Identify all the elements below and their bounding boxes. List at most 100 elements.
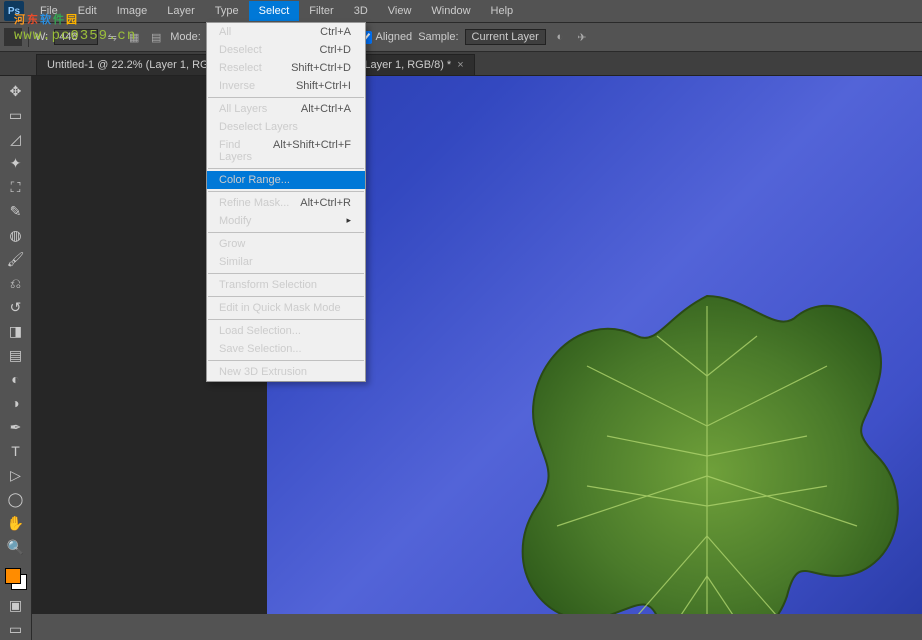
menuitem-label: Refine Mask... <box>219 197 289 209</box>
clone-stamp-tool[interactable]: ⎌ <box>4 272 28 294</box>
menu-separator <box>208 296 364 297</box>
tool-preset-icon[interactable] <box>4 28 22 46</box>
menu-help[interactable]: Help <box>481 1 524 21</box>
canvas-image-leaf <box>497 276 917 614</box>
brush-tool[interactable]: 🖌 <box>4 248 28 270</box>
foreground-color[interactable] <box>5 568 21 584</box>
menu-view[interactable]: View <box>378 1 422 21</box>
ellipse-tool[interactable]: ◯ <box>4 488 28 510</box>
gradient-tool[interactable]: ▤ <box>4 344 28 366</box>
menuitem-all[interactable]: All Ctrl+A <box>207 23 365 41</box>
screen-mode-icon[interactable]: ▭ <box>4 618 28 640</box>
menuitem-deselect[interactable]: Deselect Ctrl+D <box>207 41 365 59</box>
airbrush-icon[interactable]: ✈ <box>574 29 590 45</box>
link-icon[interactable]: ⇋ <box>104 29 120 45</box>
aligned-checkbox[interactable]: Aligned <box>359 31 412 44</box>
menuitem-label: Inverse <box>219 80 255 92</box>
menu-3d[interactable]: 3D <box>344 1 378 21</box>
submenu-arrow-icon: ▸ <box>346 215 351 227</box>
close-icon[interactable]: × <box>457 59 463 71</box>
pressure-icon[interactable]: ◐ <box>552 29 568 45</box>
width-label: W: <box>35 31 48 43</box>
dodge-tool[interactable]: ◑ <box>4 392 28 414</box>
doc-tab-label: Untitled-1 @ 22.2% (Layer 1, RGB/8) <box>47 59 229 71</box>
menu-filter[interactable]: Filter <box>299 1 343 21</box>
color-swatches[interactable] <box>3 566 29 592</box>
menuitem-shortcut: Alt+Shift+Ctrl+F <box>273 139 351 163</box>
mode-label: Mode: <box>170 31 201 43</box>
menuitem-label: Color Range... <box>219 174 290 186</box>
marquee-tool[interactable]: ▭ <box>4 104 28 126</box>
menu-window[interactable]: Window <box>421 1 480 21</box>
document-tabs: Untitled-1 @ 22.2% (Layer 1, RGB/8) × Un… <box>0 52 922 76</box>
workspace <box>32 76 922 614</box>
menuitem-modify[interactable]: Modify ▸ <box>207 212 365 230</box>
healing-brush-tool[interactable]: ◍ <box>4 224 28 246</box>
menuitem-label: All Layers <box>219 103 267 115</box>
menu-image[interactable]: Image <box>107 1 158 21</box>
menu-file[interactable]: File <box>30 1 68 21</box>
type-tool[interactable]: T <box>4 440 28 462</box>
grid-icon[interactable]: ▦ <box>126 29 142 45</box>
menuitem-label: Similar <box>219 256 253 268</box>
menuitem-transform-selection[interactable]: Transform Selection <box>207 276 365 294</box>
lasso-tool[interactable]: ◿ <box>4 128 28 150</box>
menu-separator <box>208 168 364 169</box>
select-menu-dropdown: AllCtrl+ADeselectCtrl+DReselectShift+Ctr… <box>206 22 366 382</box>
app-logo[interactable]: Ps <box>4 1 24 21</box>
pen-tool[interactable]: ✒ <box>4 416 28 438</box>
menuitem-new-3d-extrusion[interactable]: New 3D Extrusion <box>207 363 365 381</box>
menuitem-reselect[interactable]: ReselectShift+Ctrl+D <box>207 59 365 77</box>
menu-separator <box>208 319 364 320</box>
menuitem-deselect-layers[interactable]: Deselect Layers <box>207 118 365 136</box>
menu-separator <box>208 273 364 274</box>
magic-wand-tool[interactable]: ✦ <box>4 152 28 174</box>
options-bar: W: 448 ⇋ ▦ ▤ Mode: Norm ows: 100% ✂ Alig… <box>0 22 922 52</box>
menuitem-label: Edit in Quick Mask Mode <box>219 302 341 314</box>
menu-edit[interactable]: Edit <box>68 1 107 21</box>
menuitem-inverse[interactable]: Inverse Shift+Ctrl+I <box>207 77 365 95</box>
menuitem-color-range[interactable]: Color Range... <box>207 171 365 189</box>
menu-layer[interactable]: Layer <box>157 1 205 21</box>
width-input[interactable]: 448 <box>54 29 98 45</box>
history-brush-tool[interactable]: ↺ <box>4 296 28 318</box>
menuitem-label: All <box>219 26 231 38</box>
menuitem-label: Deselect Layers <box>219 121 298 133</box>
menuitem-save-selection[interactable]: Save Selection... <box>207 340 365 358</box>
menuitem-label: Grow <box>219 238 245 250</box>
menubar: Ps File Edit Image Layer Type Select Fil… <box>0 0 922 22</box>
menuitem-grow[interactable]: Grow <box>207 235 365 253</box>
menuitem-label: New 3D Extrusion <box>219 366 307 378</box>
menu-separator <box>208 360 364 361</box>
menu-separator <box>208 191 364 192</box>
menuitem-all-layers[interactable]: All LayersAlt+Ctrl+A <box>207 100 365 118</box>
menuitem-shortcut: Ctrl+D <box>320 44 351 56</box>
quick-mask-icon[interactable]: ▣ <box>4 594 28 616</box>
move-tool[interactable]: ✥ <box>4 80 28 102</box>
grid2-icon[interactable]: ▤ <box>148 29 164 45</box>
menuitem-label: Reselect <box>219 62 262 74</box>
blur-tool[interactable]: ◐ <box>4 368 28 390</box>
menuitem-similar[interactable]: Similar <box>207 253 365 271</box>
tools-panel: ✥ ▭ ◿ ✦ ⛶ ✎ ◍ 🖌 ⎌ ↺ ◨ ▤ ◐ ◑ ✒ T ▷ ◯ ✋ 🔍 … <box>0 76 32 640</box>
menuitem-shortcut: Alt+Ctrl+R <box>300 197 351 209</box>
hand-tool[interactable]: ✋ <box>4 512 28 534</box>
menu-select[interactable]: Select <box>249 1 300 21</box>
path-selection-tool[interactable]: ▷ <box>4 464 28 486</box>
crop-tool[interactable]: ⛶ <box>4 176 28 198</box>
menuitem-load-selection[interactable]: Load Selection... <box>207 322 365 340</box>
eyedropper-tool[interactable]: ✎ <box>4 200 28 222</box>
menuitem-shortcut: Ctrl+A <box>320 26 351 38</box>
sample-select[interactable]: Current Layer <box>465 29 546 45</box>
menuitem-find-layers[interactable]: Find LayersAlt+Shift+Ctrl+F <box>207 136 365 166</box>
menuitem-shortcut: Shift+Ctrl+I <box>296 80 351 92</box>
menuitem-edit-in-quick-mask-mode[interactable]: Edit in Quick Mask Mode <box>207 299 365 317</box>
menuitem-refine-mask[interactable]: Refine Mask... Alt+Ctrl+R <box>207 194 365 212</box>
menuitem-label: Transform Selection <box>219 279 317 291</box>
menuitem-label: Modify <box>219 215 251 227</box>
menuitem-label: Deselect <box>219 44 262 56</box>
menuitem-label: Save Selection... <box>219 343 302 355</box>
menu-type[interactable]: Type <box>205 1 249 21</box>
eraser-tool[interactable]: ◨ <box>4 320 28 342</box>
zoom-tool[interactable]: 🔍 <box>4 536 28 558</box>
